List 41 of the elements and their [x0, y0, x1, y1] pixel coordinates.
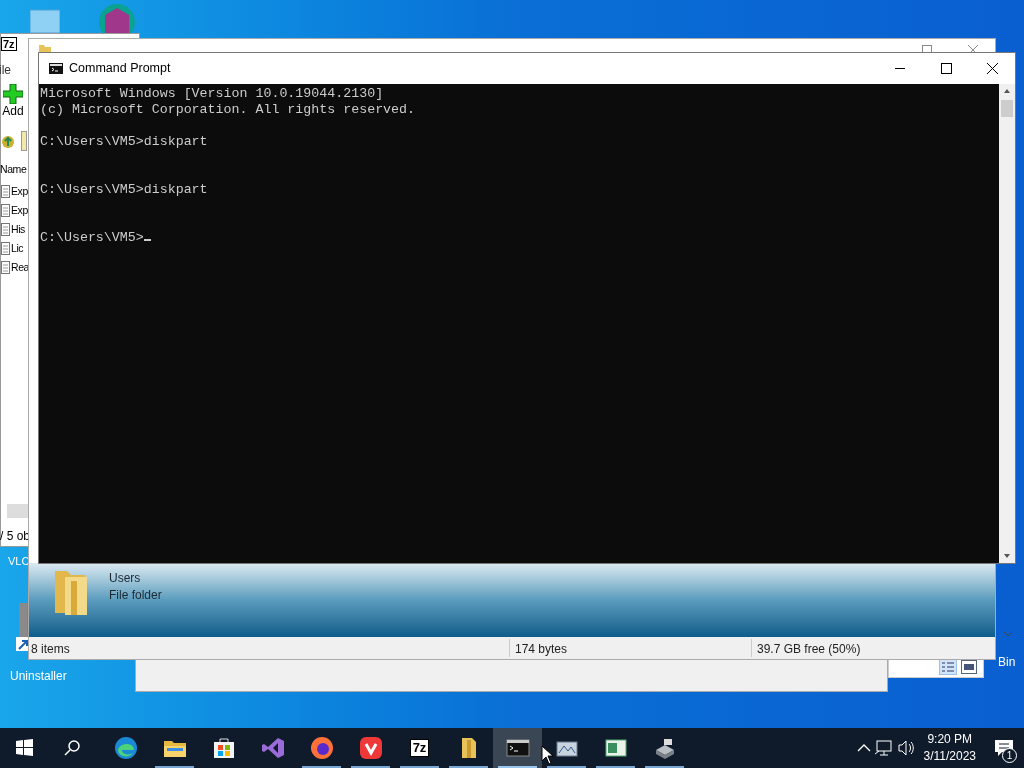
clock[interactable]: 9:20 PM 3/11/2023 [915, 731, 984, 765]
file-name[interactable]: Lic [11, 241, 24, 257]
console-line: (c) Microsoft Corporation. All rights reserved. [40, 102, 416, 117]
vs-icon [260, 736, 285, 760]
taskbar-app-button[interactable] [493, 728, 542, 768]
notification-count: 1 [1002, 748, 1017, 763]
item-type: File folder [109, 587, 162, 604]
scroll-up-arrow-icon [1003, 88, 1011, 94]
file-name[interactable]: Exp [11, 203, 28, 219]
status-text: 39.7 GB free (50%) [757, 641, 861, 658]
file-name[interactable]: Exp [11, 184, 28, 200]
scrollbar-thumb[interactable] [7, 504, 31, 518]
preview-view-icon[interactable] [961, 659, 977, 674]
window-title: Command Prompt [69, 60, 171, 78]
vivaldi-icon [358, 736, 383, 760]
app-logo: 7z [1, 37, 17, 51]
status-text: 174 bytes [515, 641, 568, 658]
console-icon [49, 63, 63, 74]
console-line: C:\Users\VM5>diskpart [40, 134, 208, 149]
mouse-pointer-icon [541, 745, 553, 765]
column-header[interactable]: Name [0, 162, 27, 178]
item-name: Users [109, 570, 141, 587]
console-line: C:\Users\VM5> [40, 230, 144, 245]
notification-button[interactable]: 1 [984, 728, 1024, 768]
console-line: Microsoft Windows [Version 10.0.19044.2130] [40, 86, 384, 101]
menu-item[interactable]: ile [0, 61, 11, 79]
taskbar-app-button[interactable]: 7z [395, 728, 444, 768]
console-icon [505, 736, 530, 760]
up-arrow-icon [1, 135, 15, 149]
scrollbar-thumb[interactable] [1001, 100, 1013, 117]
plus-icon [3, 84, 23, 104]
edge-icon [113, 736, 138, 760]
console-line: C:\Users\VM5>diskpart [40, 182, 208, 197]
add-button[interactable]: Add [1, 84, 25, 122]
desktop-icon-label[interactable]: Bin [998, 653, 1016, 671]
store-icon [211, 736, 236, 760]
firefox-icon [309, 736, 334, 760]
file-name[interactable]: His [11, 222, 25, 238]
scroll-down-arrow-icon [1003, 553, 1011, 559]
status-text: 8 items [31, 641, 70, 658]
window-icon [603, 736, 628, 760]
